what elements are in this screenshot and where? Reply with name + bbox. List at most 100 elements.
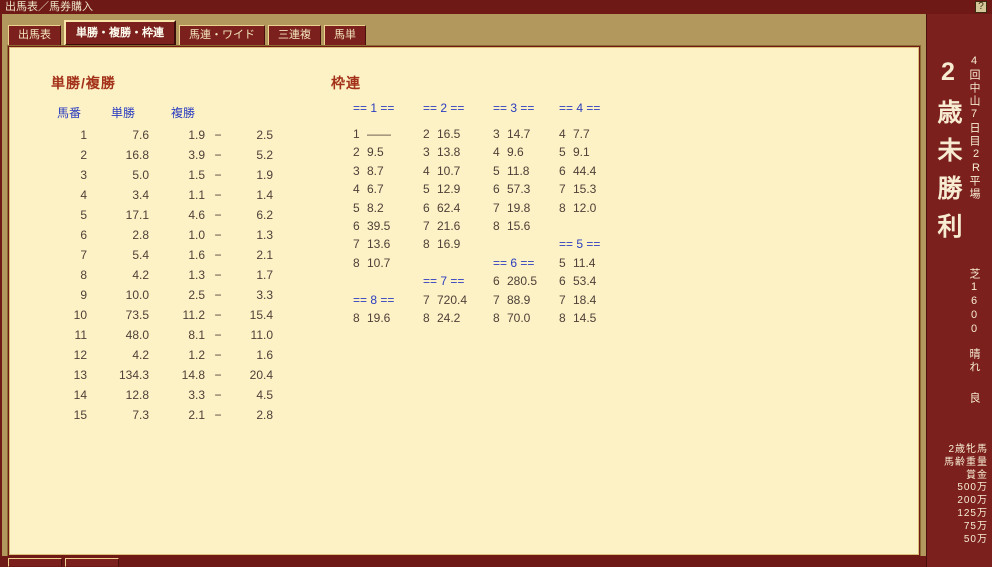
- bottom-bar: [0, 556, 926, 567]
- place-odds-low: 11.2: [182, 308, 205, 322]
- bracket-number: 8: [493, 218, 500, 233]
- win-odds: 10.0: [125, 288, 149, 302]
- bracket-odds-cell[interactable]: 6 62.4: [423, 201, 493, 219]
- range-dash: −: [214, 228, 222, 242]
- bracket-odds-cell[interactable]: 7 88.9: [493, 293, 559, 311]
- place-odds-high: 4.5: [256, 388, 273, 402]
- bracket-number: 8: [353, 310, 360, 325]
- place-odds-low: 3.9: [188, 148, 205, 162]
- win-odds: 4.2: [132, 348, 149, 362]
- bracket-odds-cell[interactable]: 7 18.4: [559, 293, 629, 311]
- tab-trio[interactable]: 三連複: [268, 25, 321, 46]
- horse-number: 2: [80, 148, 87, 162]
- bracket-number: 6: [559, 274, 566, 289]
- win-place-row[interactable]: 5 17.1 4.6− 6.2: [51, 205, 273, 225]
- race-name: 2歳未勝利: [934, 58, 962, 251]
- bracket-odds-cell[interactable]: 6 53.4: [559, 274, 629, 292]
- tab-exacta[interactable]: 馬単: [324, 25, 366, 46]
- place-odds-low: 2.1: [188, 408, 205, 422]
- bracket-odds-cell[interactable]: 3 13.8: [423, 145, 493, 163]
- win-place-row[interactable]: 3 5.0 1.5− 1.9: [51, 165, 273, 185]
- win-place-row[interactable]: 8 4.2 1.3− 1.7: [51, 265, 273, 285]
- bracket-odds-cell[interactable]: 5 11.4: [559, 256, 629, 274]
- bracket-odds-cell[interactable]: 8 19.6: [353, 311, 423, 329]
- col-header-win-odds: 単勝: [110, 106, 135, 120]
- place-odds-high: 1.4: [256, 188, 273, 202]
- bracket-section-title: 枠連: [331, 75, 361, 91]
- horse-number: 5: [80, 208, 87, 222]
- bracket-odds-cell[interactable]: 8 24.2: [423, 311, 493, 329]
- bracket-odds-value: 57.3: [507, 182, 531, 197]
- bracket-odds-cell[interactable]: 4 6.7: [353, 182, 423, 200]
- win-place-row[interactable]: 10 73.5 11.2− 15.4: [51, 305, 273, 325]
- place-odds-high: 11.0: [250, 328, 273, 342]
- bracket-odds-cell[interactable]: 6 280.5: [493, 274, 559, 292]
- bracket-odds-value: 12.9: [437, 182, 461, 197]
- bracket-odds-cell[interactable]: 5 9.1: [559, 145, 629, 163]
- bracket-odds-cell[interactable]: 1 ――: [353, 127, 423, 145]
- bracket-odds-cell[interactable]: 6 44.4: [559, 164, 629, 182]
- bracket-odds-cell[interactable]: 5 12.9: [423, 182, 493, 200]
- bracket-odds-cell[interactable]: 8 70.0: [493, 311, 559, 329]
- win-odds: 4.2: [132, 268, 149, 282]
- bracket-number: 2: [353, 145, 360, 160]
- bracket-odds-cell[interactable]: 7 19.8: [493, 201, 559, 219]
- win-odds: 5.0: [132, 168, 149, 182]
- bottom-tab-stub[interactable]: [8, 558, 62, 567]
- win-place-row[interactable]: 14 12.8 3.3− 4.5: [51, 385, 273, 405]
- bracket-odds-cell[interactable]: 8 14.5: [559, 311, 629, 329]
- place-odds-high: 15.4: [249, 308, 273, 322]
- bracket-number: 4: [559, 127, 566, 141]
- bracket-odds-cell[interactable]: 4 7.7: [559, 127, 629, 145]
- win-place-row[interactable]: 4 3.4 1.1− 1.4: [51, 185, 273, 205]
- bracket-odds-cell[interactable]: 3 14.7: [493, 127, 559, 145]
- bracket-odds-value: 11.8: [507, 163, 530, 178]
- bracket-odds-cell[interactable]: 2 9.5: [353, 145, 423, 163]
- horse-number: 12: [73, 348, 87, 362]
- bracket-odds-cell[interactable]: 4 10.7: [423, 164, 493, 182]
- bracket-number: 4: [423, 163, 430, 178]
- win-place-row[interactable]: 7 5.4 1.6− 2.1: [51, 245, 273, 265]
- bracket-odds-cell[interactable]: 8 12.0: [559, 201, 629, 219]
- horse-number: 11: [74, 328, 87, 342]
- bracket-odds-cell[interactable]: 8 16.9: [423, 237, 493, 255]
- tab-racecard[interactable]: 出馬表: [8, 25, 61, 46]
- win-place-row[interactable]: 2 16.8 3.9− 5.2: [51, 145, 273, 165]
- bracket-odds-cell[interactable]: 5 11.8: [493, 164, 559, 182]
- bracket-odds-cell[interactable]: 3 8.7: [353, 164, 423, 182]
- help-button[interactable]: ?: [975, 1, 987, 13]
- bracket-odds-cell[interactable]: 8 15.6: [493, 219, 559, 237]
- bracket-odds-cell[interactable]: 7 15.3: [559, 182, 629, 200]
- bracket-odds-cell[interactable]: 6 57.3: [493, 182, 559, 200]
- tab-win-place-bracket[interactable]: 単勝・複勝・枠連: [64, 20, 176, 46]
- tab-quinella-wide[interactable]: 馬連・ワイド: [179, 25, 265, 46]
- win-place-row[interactable]: 15 7.3 2.1− 2.8: [51, 405, 273, 425]
- win-place-row[interactable]: 12 4.2 1.2− 1.6: [51, 345, 273, 365]
- bracket-odds-value: 21.6: [437, 218, 461, 233]
- col-header-place-odds: 複勝: [171, 106, 196, 120]
- bracket-odds-cell[interactable]: 2 16.5: [423, 127, 493, 145]
- bracket-column-header: == 3 ==: [493, 101, 535, 115]
- bracket-odds-cell[interactable]: 7 13.6: [353, 237, 423, 255]
- win-place-row[interactable]: 11 48.0 8.1− 11.0: [51, 325, 273, 345]
- horse-number: 4: [80, 188, 87, 202]
- bracket-odds-cell[interactable]: 8 10.7: [353, 256, 423, 274]
- bracket-odds-cell[interactable]: 7 720.4: [423, 293, 493, 311]
- bracket-column-header: == 7 ==: [423, 274, 465, 289]
- win-place-row[interactable]: 9 10.0 2.5− 3.3: [51, 285, 273, 305]
- bracket-number: 3: [423, 145, 430, 160]
- bracket-number: 7: [559, 292, 566, 307]
- bracket-odds-cell[interactable]: 7 21.6: [423, 219, 493, 237]
- win-place-row[interactable]: 6 2.8 1.0− 1.3: [51, 225, 273, 245]
- bracket-column-header: == 6 ==: [493, 255, 535, 270]
- win-place-row[interactable]: 13 134.3 14.8− 20.4: [51, 365, 273, 385]
- bracket-odds-cell[interactable]: 6 39.5: [353, 219, 423, 237]
- race-info-sidebar: 2歳未勝利 4回中山7日目 2R 平場 芝1600 晴れ 良 2歳牝馬 馬齢重量賞…: [926, 14, 992, 567]
- bracket-number: 7: [353, 237, 360, 252]
- bracket-odds-cell[interactable]: 4 9.6: [493, 145, 559, 163]
- bracket-odds-cell[interactable]: 5 8.2: [353, 201, 423, 219]
- bracket-number: 3: [493, 127, 500, 141]
- bottom-tab-stub[interactable]: [65, 558, 119, 567]
- win-place-row[interactable]: 1 7.6 1.9− 2.5: [51, 125, 273, 145]
- title-bar: 出馬表／馬券購入 ?: [0, 0, 992, 14]
